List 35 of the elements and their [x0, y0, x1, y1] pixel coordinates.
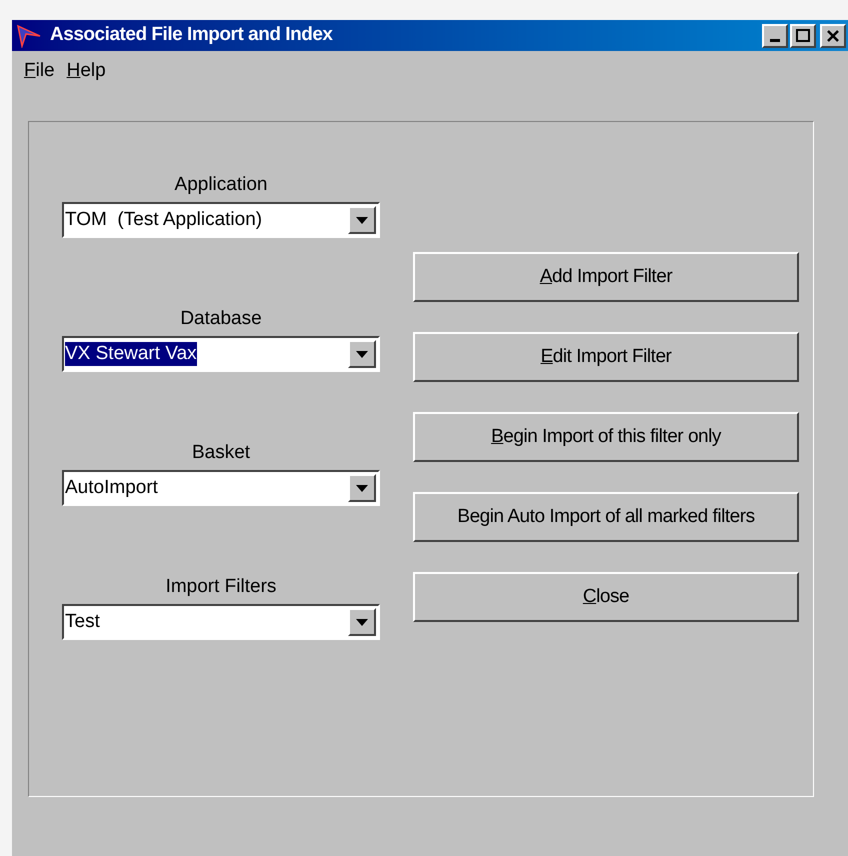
action-button[interactable]: Begin Auto Import of all marked filters — [413, 492, 799, 542]
dropdown-value: VX Stewart Vax — [65, 342, 197, 366]
field-label: Database — [179, 308, 263, 330]
action-button[interactable]: Begin Import of this filter only — [413, 412, 799, 462]
action-button[interactable]: Close — [413, 572, 799, 622]
caret-icon — [356, 216, 368, 224]
minimize-icon — [770, 38, 780, 42]
menu-item[interactable]: File — [24, 56, 55, 86]
dropdown[interactable]: Test — [62, 604, 380, 640]
action-button[interactable]: Edit Import Filter — [413, 332, 799, 382]
dropdown-arrow-button[interactable] — [348, 340, 376, 368]
dropdown-arrow-button[interactable] — [348, 608, 376, 636]
dropdown[interactable]: AutoImport — [62, 470, 380, 506]
close-button[interactable] — [820, 24, 846, 48]
dropdown-arrow-button[interactable] — [348, 206, 376, 234]
caret-icon — [356, 350, 368, 358]
dropdown-arrow-button[interactable] — [348, 474, 376, 502]
app-icon — [16, 24, 42, 48]
field-label: Import Filters — [164, 576, 278, 598]
dropdown[interactable]: VX Stewart Vax — [62, 336, 380, 372]
window-title: Associated File Import and Index — [50, 23, 333, 48]
action-button[interactable]: Add Import Filter — [413, 252, 799, 302]
dropdown-value: TOM (Test Application) — [65, 208, 262, 232]
field-label: Basket — [190, 442, 252, 464]
field-label: Application — [174, 174, 268, 196]
dropdown-value: Test — [65, 610, 100, 634]
minimize-button[interactable] — [762, 24, 788, 48]
dropdown-value: AutoImport — [65, 476, 158, 500]
caret-icon — [356, 484, 368, 492]
caret-icon — [356, 618, 368, 626]
maximize-icon — [796, 29, 810, 42]
maximize-button[interactable] — [790, 24, 816, 48]
close-icon — [827, 30, 839, 42]
dropdown[interactable]: TOM (Test Application) — [62, 202, 380, 238]
menu-item[interactable]: Help — [66, 56, 106, 86]
